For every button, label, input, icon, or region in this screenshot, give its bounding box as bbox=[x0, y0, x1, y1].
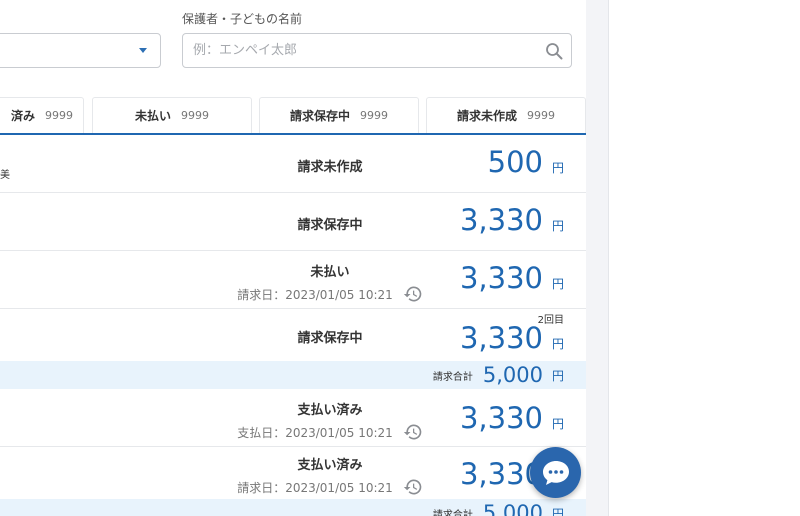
total-value: 5,000 bbox=[482, 501, 543, 516]
invoice-total-bar: 請求合計 5,000 円 bbox=[0, 361, 586, 389]
billing-row[interactable]: 2回目 請求保存中 3,330 円 bbox=[0, 309, 586, 361]
search-input[interactable] bbox=[193, 34, 533, 67]
status-cell: 未払い 請求日：2023/01/05 10:21 bbox=[180, 261, 480, 304]
amount: 3,330 円 bbox=[460, 203, 564, 237]
total-label: 請求合計 bbox=[432, 509, 473, 516]
billing-list-panel: 保護者・子どもの名前 済み 9999 未払い 9999 請求保存中 9999 請… bbox=[0, 0, 586, 516]
filter-select[interactable] bbox=[0, 33, 161, 68]
amount-value: 3,330 bbox=[459, 261, 543, 295]
billing-row[interactable]: 請求保存中 3,330 円 bbox=[0, 193, 586, 251]
status-label: 未払い bbox=[310, 265, 350, 280]
amount-unit: 円 bbox=[551, 277, 564, 291]
invoice-total: 請求合計 5,000 円 bbox=[433, 361, 564, 389]
amount-unit: 円 bbox=[551, 337, 564, 351]
child-name: 美 bbox=[0, 170, 10, 181]
status-cell: 支払い済み 支払日：2023/01/05 10:21 bbox=[180, 399, 480, 442]
side-panel bbox=[608, 0, 800, 516]
amount-value: 3,330 bbox=[459, 401, 543, 435]
amount-value: 3,330 bbox=[459, 321, 543, 355]
status-cell: 支払い済み 請求日：2023/01/05 10:21 bbox=[180, 454, 480, 497]
status-date: 請求日：2023/01/05 10:21 bbox=[237, 284, 423, 304]
status-cell: 請求保存中 bbox=[180, 214, 480, 233]
guardian-child-filter-label: 保護者・子どもの名前 bbox=[182, 12, 303, 26]
chat-button[interactable] bbox=[530, 447, 581, 498]
amount: 500 円 bbox=[488, 145, 564, 179]
total-unit: 円 bbox=[551, 368, 564, 383]
tab-invoice-not-created[interactable]: 請求未作成 9999 bbox=[426, 97, 586, 133]
tab-label: 請求保存中 bbox=[289, 109, 350, 123]
status-label: 請求保存中 bbox=[297, 218, 363, 233]
amount-unit: 円 bbox=[551, 161, 564, 175]
tab-count: 9999 bbox=[360, 109, 388, 122]
status-cell: 請求未作成 bbox=[180, 156, 480, 175]
history-icon[interactable] bbox=[403, 477, 423, 497]
status-label: 支払い済み bbox=[297, 403, 363, 418]
status-label: 請求未作成 bbox=[297, 160, 363, 175]
tab-count: 9999 bbox=[45, 109, 74, 122]
amount-value: 500 bbox=[487, 145, 543, 179]
tab-paid[interactable]: 済み 9999 bbox=[0, 97, 84, 133]
amount-unit: 円 bbox=[551, 219, 564, 233]
total-label: 請求合計 bbox=[432, 371, 473, 383]
billing-row[interactable]: 未払い 請求日：2023/01/05 10:21 3,330 円 bbox=[0, 251, 586, 309]
amount-value: 3,330 bbox=[459, 203, 543, 237]
chat-bubble-icon bbox=[542, 460, 569, 485]
layout-gutter bbox=[586, 0, 608, 516]
invoice-total: 請求合計 5,000 円 bbox=[433, 499, 564, 516]
billing-row[interactable]: 支払い済み 支払日：2023/01/05 10:21 3,330 円 bbox=[0, 389, 586, 447]
status-date: 請求日：2023/01/05 10:21 bbox=[237, 477, 423, 497]
payment-date: 支払日：2023/01/05 10:21 bbox=[237, 425, 393, 440]
amount: 3,330 円 bbox=[460, 401, 564, 435]
tab-label: 請求未作成 bbox=[456, 109, 517, 123]
status-label: 支払い済み bbox=[297, 458, 363, 473]
status-cell: 請求保存中 bbox=[180, 327, 480, 346]
invoice-date: 請求日：2023/01/05 10:21 bbox=[237, 287, 393, 302]
history-icon[interactable] bbox=[403, 422, 423, 442]
billing-row[interactable]: 支払い済み 請求日：2023/01/05 10:21 3,330 円 bbox=[0, 447, 586, 499]
tab-label: 済み bbox=[11, 109, 36, 123]
tab-unpaid[interactable]: 未払い 9999 bbox=[92, 97, 252, 133]
history-icon[interactable] bbox=[403, 284, 423, 304]
invoice-date: 請求日：2023/01/05 10:21 bbox=[237, 480, 393, 495]
amount: 3,330 円 bbox=[460, 261, 564, 295]
total-unit: 円 bbox=[551, 506, 564, 516]
total-value: 5,000 bbox=[482, 363, 543, 387]
chevron-down-icon bbox=[139, 48, 147, 53]
amount: 3,330 円 bbox=[460, 321, 564, 355]
billing-row[interactable]: 美 請求未作成 500 円 bbox=[0, 135, 586, 193]
search-icon[interactable] bbox=[545, 42, 563, 60]
tab-count: 9999 bbox=[181, 109, 209, 122]
guardian-child-search[interactable] bbox=[182, 33, 572, 68]
tab-invoice-saving[interactable]: 請求保存中 9999 bbox=[259, 97, 419, 133]
amount-unit: 円 bbox=[551, 417, 564, 431]
tab-count: 9999 bbox=[527, 109, 555, 122]
status-date: 支払日：2023/01/05 10:21 bbox=[237, 422, 423, 442]
invoice-total-bar: 請求合計 5,000 円 bbox=[0, 499, 586, 516]
status-label: 請求保存中 bbox=[297, 331, 363, 346]
tab-label: 未払い bbox=[134, 109, 171, 123]
